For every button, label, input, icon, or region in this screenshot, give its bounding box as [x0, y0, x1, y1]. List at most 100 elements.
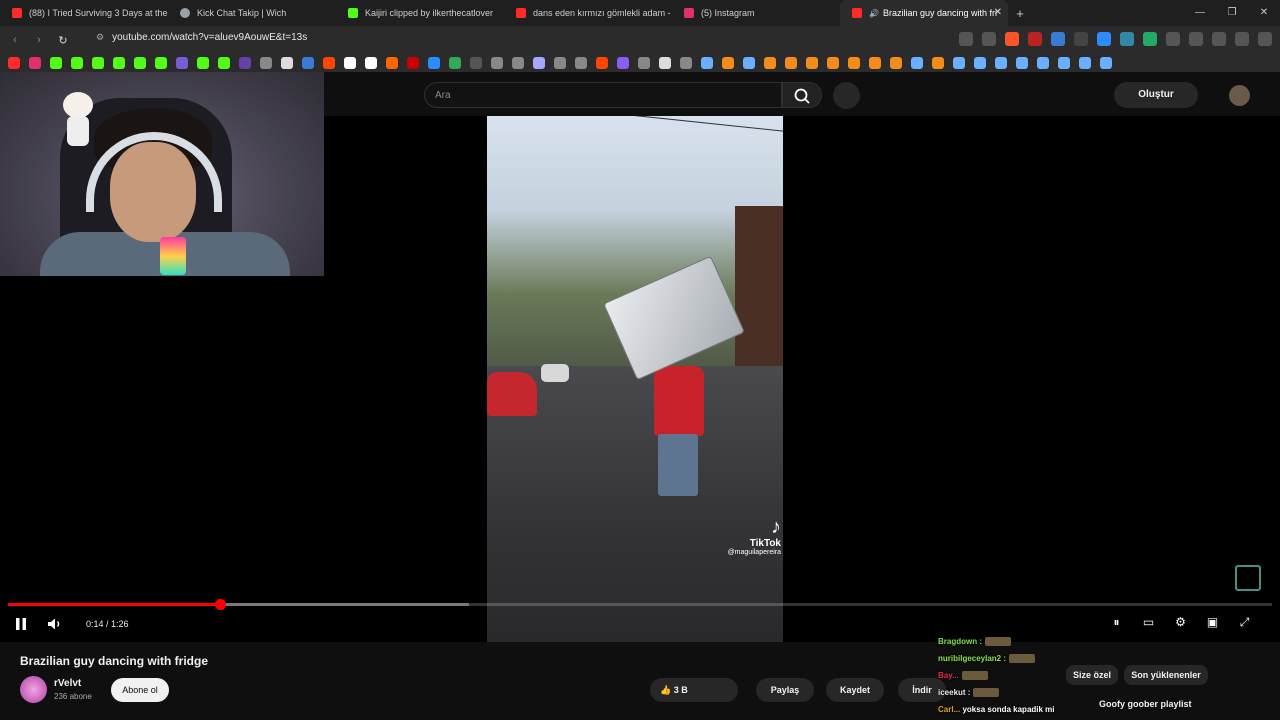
progress-bar[interactable]: [8, 599, 1272, 610]
bookmark-icon[interactable]: [260, 57, 272, 69]
channel-avatar[interactable]: [20, 676, 47, 703]
bookmark-icon[interactable]: [386, 57, 398, 69]
puzzle-icon[interactable]: [1189, 32, 1203, 46]
bookmark-icon[interactable]: [302, 57, 314, 69]
voice-search-button[interactable]: [833, 82, 860, 109]
bookmark-icon[interactable]: [428, 57, 440, 69]
steam-icon[interactable]: [743, 57, 755, 69]
ublock-icon[interactable]: [1028, 32, 1042, 46]
forward-icon[interactable]: ›: [30, 34, 48, 46]
site-settings-icon[interactable]: ⚙: [96, 32, 104, 43]
bookmark-icon[interactable]: [449, 57, 461, 69]
bookmark-icon[interactable]: [785, 57, 797, 69]
music-icon[interactable]: [1235, 32, 1249, 46]
bookmark-icon[interactable]: [134, 57, 146, 69]
close-window-icon[interactable]: ✕: [1248, 0, 1280, 26]
like-button[interactable]: 👍 3 B: [650, 678, 738, 702]
extension-icon[interactable]: [1074, 32, 1088, 46]
create-button[interactable]: Oluştur: [1114, 82, 1198, 108]
account-avatar[interactable]: [1229, 85, 1250, 106]
extension-icon[interactable]: [1166, 32, 1180, 46]
bookmark-icon[interactable]: [365, 57, 377, 69]
steam-icon[interactable]: [995, 57, 1007, 69]
bookmark-icon[interactable]: [407, 57, 419, 69]
volume-button[interactable]: [47, 617, 63, 634]
steam-icon[interactable]: [953, 57, 965, 69]
bookmark-icon[interactable]: [239, 57, 251, 69]
close-tab-icon[interactable]: ✕: [994, 7, 1002, 18]
minimize-icon[interactable]: —: [1184, 0, 1216, 26]
bookmark-icon[interactable]: [50, 57, 62, 69]
steam-icon[interactable]: [1016, 57, 1028, 69]
url-field[interactable]: ⚙ youtube.com/watch?v=aluev9AouwE&t=13s: [96, 32, 307, 43]
channel-name[interactable]: rVelvt: [54, 678, 81, 689]
bookmark-icon[interactable]: [533, 57, 545, 69]
bookmark-icon[interactable]: [890, 57, 902, 69]
menu-icon[interactable]: [1258, 32, 1272, 46]
share-icon[interactable]: [982, 32, 996, 46]
bookmark-icon[interactable]: [932, 57, 944, 69]
reddit-icon[interactable]: [323, 57, 335, 69]
steam-icon[interactable]: [1100, 57, 1112, 69]
steam-icon[interactable]: [1079, 57, 1091, 69]
subtitles-icon[interactable]: ▭: [1141, 615, 1156, 630]
bookmark-icon[interactable]: [512, 57, 524, 69]
settings-gear-icon[interactable]: ⚙: [1173, 615, 1188, 630]
bookmark-icon[interactable]: [848, 57, 860, 69]
extension-icon[interactable]: [1051, 32, 1065, 46]
sidebar-icon[interactable]: [1212, 32, 1226, 46]
brave-shield-icon[interactable]: [1005, 32, 1019, 46]
bookmark-icon[interactable]: [617, 57, 629, 69]
folder-icon[interactable]: [680, 57, 692, 69]
new-tab-button[interactable]: +: [1008, 6, 1032, 21]
search-button[interactable]: [782, 82, 822, 108]
chip-recent-uploads[interactable]: Son yüklenenler: [1124, 665, 1208, 685]
bookmark-icon[interactable]: [197, 57, 209, 69]
reddit-icon[interactable]: [596, 57, 608, 69]
autoplay-toggle-icon[interactable]: ⏸: [1109, 615, 1124, 630]
bookmark-icon[interactable]: [659, 57, 671, 69]
steam-icon[interactable]: [974, 57, 986, 69]
bookmark-icon[interactable]: [470, 57, 482, 69]
reload-icon[interactable]: ↻: [54, 34, 72, 47]
steam-icon[interactable]: [701, 57, 713, 69]
bookmark-icon[interactable]: [827, 57, 839, 69]
pause-button[interactable]: [14, 617, 28, 634]
bookmark-icon[interactable]: [638, 57, 650, 69]
fullscreen-icon[interactable]: ⤢: [1237, 615, 1252, 630]
bookmark-icon[interactable]: [113, 57, 125, 69]
playlist-title[interactable]: Goofy goober playlist: [1099, 699, 1192, 709]
bookmark-icon[interactable]: [8, 57, 20, 69]
maximize-icon[interactable]: ❐: [1216, 0, 1248, 26]
bookmark-icon[interactable]: [71, 57, 83, 69]
browser-tab-active[interactable]: 🔊 Brazilian guy dancing with fri ✕: [840, 0, 1008, 26]
save-button[interactable]: Kaydet: [826, 678, 884, 702]
share-button[interactable]: Paylaş: [756, 678, 814, 702]
x-icon[interactable]: [281, 57, 293, 69]
bookmark-icon[interactable]: [722, 57, 734, 69]
bookmark-icon[interactable]: [554, 57, 566, 69]
theater-mode-icon[interactable]: ▣: [1205, 615, 1220, 630]
subscribe-button[interactable]: Abone ol: [111, 678, 169, 702]
search-input[interactable]: Ara: [424, 82, 782, 108]
browser-tab[interactable]: (5) Instagram: [672, 0, 840, 26]
steam-icon[interactable]: [1058, 57, 1070, 69]
bookmark-icon[interactable]: [806, 57, 818, 69]
bookmark-icon[interactable]: [575, 57, 587, 69]
browser-tab[interactable]: Kaijiri clipped by ilkerthecatlover: [336, 0, 504, 26]
browser-tab[interactable]: dans eden kırmızı gömlekli adam - Yo: [504, 0, 672, 26]
bookmark-icon[interactable]: [92, 57, 104, 69]
bookmark-icon[interactable]: [869, 57, 881, 69]
steam-icon[interactable]: [911, 57, 923, 69]
kick-extension-icon[interactable]: [1143, 32, 1157, 46]
steam-icon[interactable]: [1037, 57, 1049, 69]
browser-tab[interactable]: Kick Chat Takip | Wich: [168, 0, 336, 26]
bookmark-icon[interactable]: [176, 57, 188, 69]
extension-icon[interactable]: [1120, 32, 1134, 46]
bookmark-icon[interactable]: [155, 57, 167, 69]
bookmark-icon[interactable]: [764, 57, 776, 69]
bookmark-icon[interactable]: [491, 57, 503, 69]
browser-tab[interactable]: (88) I Tried Surviving 3 Days at the S: [0, 0, 168, 26]
back-icon[interactable]: ‹: [6, 34, 24, 46]
cast-icon[interactable]: [959, 32, 973, 46]
